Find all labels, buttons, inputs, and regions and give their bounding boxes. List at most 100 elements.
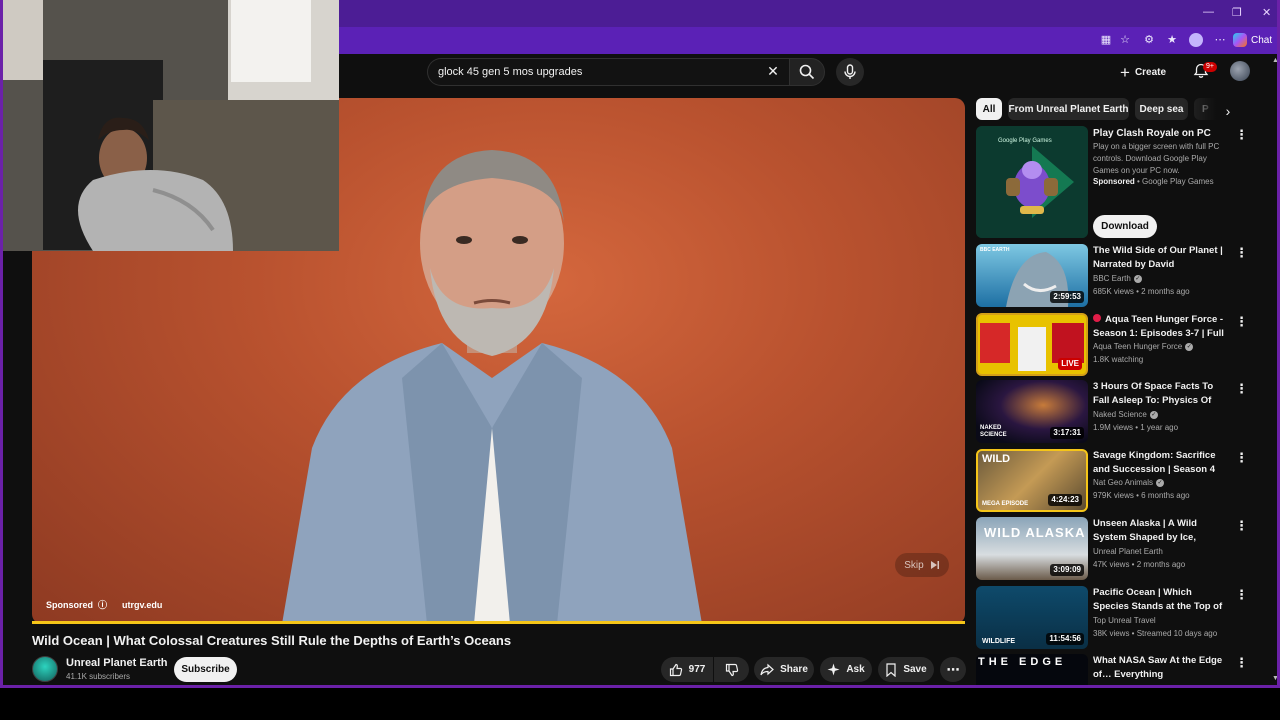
video-duration: 2:59:53 [1050, 291, 1084, 303]
ad-domain-link[interactable]: utrgv.edu [122, 600, 162, 610]
search-icon [799, 64, 815, 80]
more-actions-button[interactable]: ⋯ [940, 657, 966, 682]
chip-deep-sea[interactable]: Deep sea [1135, 98, 1188, 120]
rec-title[interactable]: Aqua Teen Hunger Force - Season 1: Episo… [1093, 313, 1225, 340]
rec-title[interactable]: 3 Hours Of Space Facts To Fall Asleep To… [1093, 380, 1225, 407]
thumb-brand-text: WILDLIFE [982, 638, 1016, 645]
search-button[interactable] [789, 58, 825, 86]
rec-title[interactable]: Unseen Alaska | A Wild System Shaped by … [1093, 517, 1225, 544]
save-button[interactable]: Save [878, 657, 934, 682]
ad-thumbnail[interactable]: Google Play Games [976, 126, 1088, 238]
rec-meta: 38K views • Streamed 10 days ago [1093, 629, 1218, 638]
like-count: 977 [688, 664, 706, 675]
more-horizontal-icon: ⋯ [946, 662, 960, 677]
save-label: Save [903, 664, 927, 675]
rec-channel-name: Unreal Planet Earth [1093, 547, 1163, 556]
thumbnail-rec-7[interactable]: THE EDGE [976, 654, 1088, 685]
thumbnail-rec-5[interactable]: WILD ALASKA 3:09:09 [976, 517, 1088, 580]
webcam-feed-image [3, 0, 339, 251]
ad-progress-bar [32, 621, 965, 624]
rec-channel[interactable]: Nat Geo Animals ✓ [1093, 478, 1165, 487]
rec-more-icon[interactable]: ⋮ [1235, 315, 1248, 329]
verified-check-icon: ✓ [1156, 478, 1165, 487]
rec-more-icon[interactable]: ⋮ [1235, 451, 1248, 465]
share-label: Share [780, 664, 808, 675]
sidebar-ad-title[interactable]: Play Clash Royale on PC [1093, 128, 1211, 139]
search-input[interactable]: glock 45 gen 5 mos upgrades [427, 58, 789, 86]
profile-icon[interactable] [1189, 33, 1203, 47]
sidebar-ad-advertiser: Google Play Games [1142, 177, 1214, 186]
rec-more-icon[interactable]: ⋮ [1235, 656, 1248, 670]
scroll-up-icon[interactable]: ▲ [1272, 57, 1277, 64]
minimize-icon[interactable]: — [1203, 6, 1214, 18]
download-button[interactable]: Download [1093, 215, 1157, 238]
rec-title[interactable]: Pacific Ocean | Which Species Stands at … [1093, 586, 1225, 613]
close-window-icon[interactable]: ✕ [1262, 6, 1271, 19]
rec-channel[interactable]: BBC Earth ✓ [1093, 274, 1142, 283]
skip-ad-button[interactable]: Skip [895, 553, 949, 577]
clear-search-icon[interactable]: ✕ [765, 63, 781, 79]
channel-subscriber-count: 41.1K subscribers [66, 672, 131, 681]
skip-next-icon [930, 561, 939, 569]
thumb-brand-text: NAKED SCIENCE [980, 425, 1007, 438]
rec-channel-name: Top Unreal Travel [1093, 616, 1156, 625]
subscribe-button[interactable]: Subscribe [174, 657, 237, 682]
restore-icon[interactable]: ❐ [1232, 6, 1242, 19]
ad-thumb-logo-text: Google Play Games [998, 138, 1052, 144]
share-button[interactable]: Share [754, 657, 814, 682]
like-button[interactable]: 977 [661, 657, 713, 682]
video-duration: 4:24:23 [1048, 494, 1082, 506]
sidebar-ad-description: Play on a bigger screen with full PC con… [1093, 142, 1220, 175]
voice-search-button[interactable] [836, 58, 864, 86]
rec-meta: 47K views • 2 months ago [1093, 560, 1186, 569]
chat-button[interactable]: Chat [1233, 31, 1272, 49]
rec-more-icon[interactable]: ⋮ [1235, 246, 1248, 260]
ad-info: Sponsored ⓘ utrgv.edu [46, 598, 162, 611]
rec-channel-name: Nat Geo Animals [1093, 478, 1154, 487]
rec-channel[interactable]: Naked Science ✓ [1093, 410, 1158, 419]
verified-check-icon: ✓ [1185, 342, 1194, 351]
extensions-icon[interactable]: ⚙ [1142, 33, 1156, 47]
rec-channel-name: Aqua Teen Hunger Force [1093, 342, 1183, 351]
rec-channel[interactable]: Unreal Planet Earth [1093, 547, 1163, 556]
rec-title[interactable]: What NASA Saw At the Edge of… Everything [1093, 654, 1225, 681]
chip-all[interactable]: All [976, 98, 1002, 120]
channel-avatar[interactable] [32, 656, 58, 682]
create-button[interactable]: + Create [1120, 62, 1166, 82]
page-scrollbar[interactable] [1270, 54, 1277, 685]
search-query: glock 45 gen 5 mos upgrades [438, 66, 583, 78]
chip-from-channel[interactable]: From Unreal Planet Earth [1008, 98, 1129, 120]
rec-title[interactable]: The Wild Side of Our Planet | Narrated b… [1093, 244, 1225, 271]
reader-mode-icon[interactable]: ▦ [1099, 33, 1113, 47]
webcam-overlay [3, 0, 339, 251]
favorite-star-icon[interactable]: ☆ [1118, 33, 1132, 47]
video-duration: 3:09:09 [1050, 564, 1084, 576]
favorites-icon[interactable]: ★ [1165, 33, 1179, 47]
ask-button[interactable]: Ask [820, 657, 872, 682]
more-menu-icon[interactable]: ⋯ [1213, 33, 1227, 47]
thumbnail-rec-2[interactable]: LIVE [976, 313, 1088, 376]
rec-more-icon[interactable]: ⋮ [1235, 519, 1248, 533]
user-avatar[interactable] [1230, 61, 1250, 81]
rec-title[interactable]: Savage Kingdom: Sacrifice and Succession… [1093, 449, 1225, 476]
rec-channel[interactable]: Aqua Teen Hunger Force ✓ [1093, 342, 1194, 351]
rec-channel[interactable]: Top Unreal Travel [1093, 616, 1156, 625]
info-icon[interactable]: ⓘ [98, 598, 107, 611]
thumbnail-rec-6[interactable]: WILDLIFE 11:54:56 [976, 586, 1088, 649]
rec-more-icon[interactable]: ⋮ [1235, 588, 1248, 602]
thumb-brand-text: THE EDGE [978, 656, 1067, 668]
thumbnail-rec-1[interactable]: BBC EARTH 2:59:53 [976, 244, 1088, 307]
thumbs-up-icon [669, 663, 682, 676]
rec-more-icon[interactable]: ⋮ [1235, 382, 1248, 396]
chevron-right-icon[interactable]: › [1219, 102, 1237, 120]
rec-title-text: Aqua Teen Hunger Force - Season 1: Episo… [1093, 314, 1224, 339]
verified-check-icon: ✓ [1133, 274, 1142, 283]
ad-more-icon[interactable]: ⋮ [1235, 128, 1248, 142]
scroll-down-icon[interactable]: ▼ [1272, 675, 1277, 682]
thumb-brand-text: WILD [982, 453, 1011, 465]
channel-name[interactable]: Unreal Planet Earth [66, 657, 167, 669]
dislike-button[interactable] [714, 657, 749, 682]
thumbnail-rec-4[interactable]: WILD MEGA EPISODE 4:24:23 [976, 449, 1088, 512]
thumb-brand-text: BBC EARTH [980, 247, 1010, 253]
thumbnail-rec-3[interactable]: NAKED SCIENCE 3:17:31 [976, 380, 1088, 443]
